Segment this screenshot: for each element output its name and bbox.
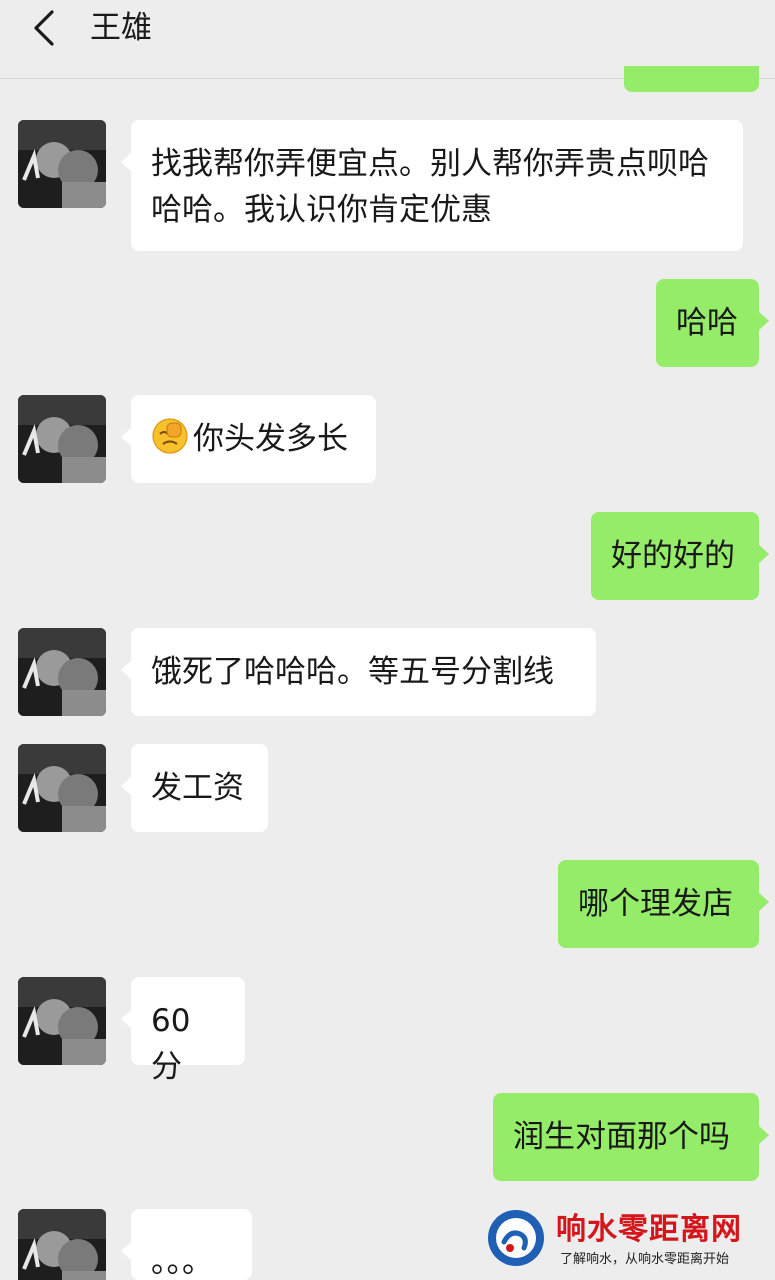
contact-avatar[interactable] <box>18 395 106 483</box>
message-text: 哈哈 <box>676 305 738 341</box>
message-text: 哪个理发店 <box>578 886 733 922</box>
watermark-title: 响水零距离网 <box>556 1212 742 1247</box>
chat-screen: 王雄 找我帮你弄便宜点。别人帮你弄贵点呗哈哈哈。我认识你肯定优惠 哈哈 你头发多… <box>0 0 775 1280</box>
contact-avatar[interactable] <box>18 1209 106 1280</box>
partial-outgoing-bubble <box>624 66 759 92</box>
watermark-logo-icon <box>488 1210 544 1266</box>
avatar-photo <box>18 120 106 208</box>
message-text: 好的好的 <box>611 538 735 574</box>
chat-title: 王雄 <box>90 10 152 46</box>
message-bubble-incoming[interactable]: 。。。 <box>121 1209 252 1280</box>
contact-avatar[interactable] <box>18 744 106 832</box>
message-text: 你头发多长 <box>193 421 348 457</box>
message-text: 60 分 <box>151 1003 191 1085</box>
message-bubble-incoming[interactable]: 找我帮你弄便宜点。别人帮你弄贵点呗哈哈哈。我认识你肯定优惠 <box>121 120 743 251</box>
site-watermark: 响水零距离网 了解响水，从响水零距离开始 <box>484 1200 775 1280</box>
contact-avatar[interactable] <box>18 977 106 1065</box>
message-bubble-incoming[interactable]: 发工资 <box>121 744 268 832</box>
message-bubble-incoming[interactable]: 饿死了哈哈哈。等五号分割线 <box>121 628 596 716</box>
message-bubble-outgoing[interactable]: 好的好的 <box>591 512 769 600</box>
message-text: 饿死了哈哈哈。等五号分割线 <box>151 654 554 690</box>
message-text: 找我帮你弄便宜点。别人帮你弄贵点呗哈哈哈。我认识你肯定优惠 <box>151 146 709 228</box>
chevron-left-icon <box>34 10 54 46</box>
message-bubble-outgoing[interactable]: 润生对面那个吗 <box>493 1093 769 1181</box>
avatar-photo <box>18 395 106 483</box>
avatar-photo <box>18 1209 106 1280</box>
message-text: 润生对面那个吗 <box>513 1119 730 1155</box>
message-text: 。。。 <box>151 1244 213 1280</box>
avatar-photo <box>18 744 106 832</box>
facepalm-emoji-icon <box>152 418 188 454</box>
contact-avatar[interactable] <box>18 628 106 716</box>
message-text: 发工资 <box>151 770 244 806</box>
message-bubble-incoming[interactable]: 你头发多长 <box>121 395 376 483</box>
contact-avatar[interactable] <box>18 120 106 208</box>
watermark-subtitle: 了解响水，从响水零距离开始 <box>560 1252 730 1267</box>
avatar-photo <box>18 977 106 1065</box>
message-bubble-outgoing[interactable]: 哈哈 <box>656 279 769 367</box>
back-button[interactable] <box>24 6 68 50</box>
avatar-photo <box>18 628 106 716</box>
message-bubble-incoming[interactable]: 60 分 <box>121 977 245 1085</box>
message-bubble-outgoing[interactable]: 哪个理发店 <box>558 860 769 948</box>
